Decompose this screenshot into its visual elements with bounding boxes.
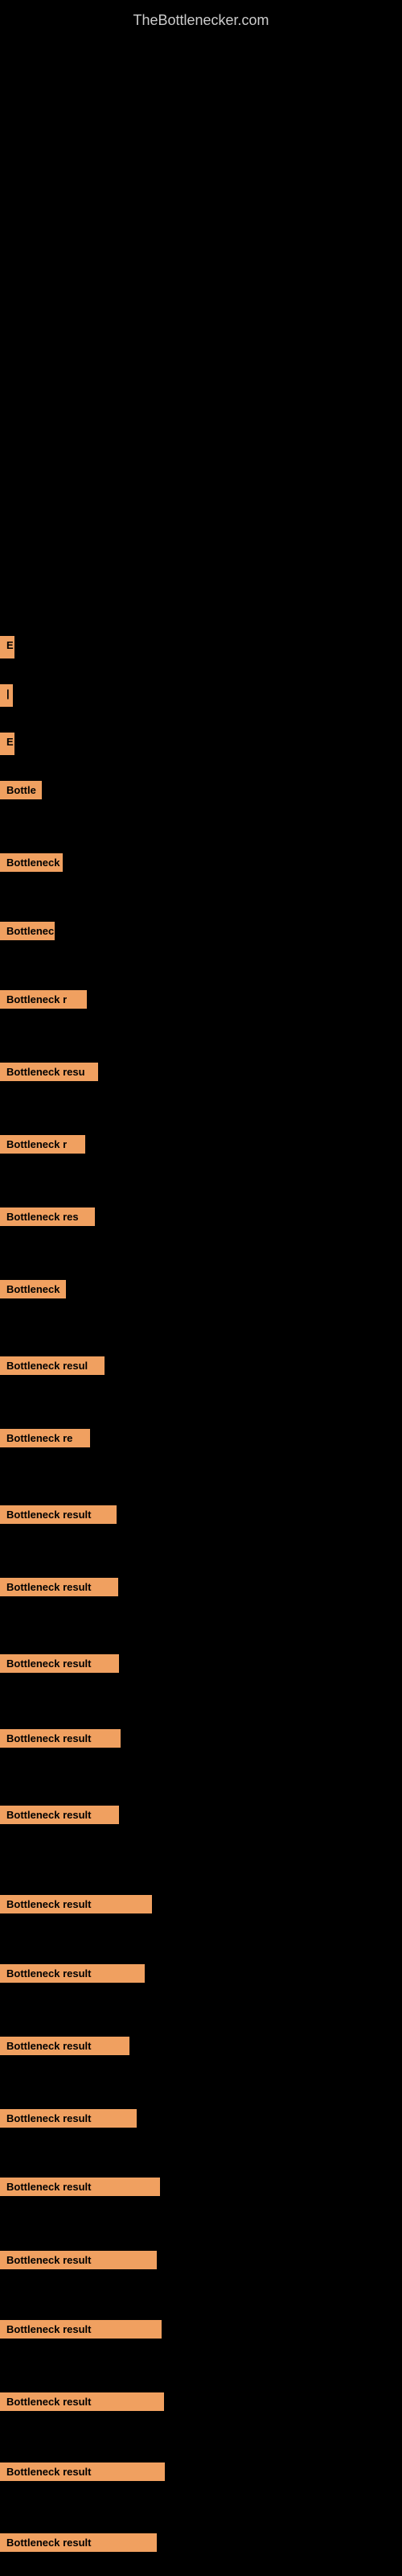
bar-2: Bottleneck [0,853,63,872]
bar-6: Bottleneck r [0,1135,85,1154]
bar-8: Bottleneck [0,1280,66,1298]
bar-3: Bottlenec [0,922,55,940]
bar-21: Bottleneck result [0,2251,157,2269]
bar-20: Bottleneck result [0,2178,160,2196]
bar-15: Bottleneck result [0,1806,119,1824]
bar-13: Bottleneck result [0,1654,119,1673]
bar-9: Bottleneck resul [0,1356,105,1375]
bar-10: Bottleneck re [0,1429,90,1447]
bar-5: Bottleneck resu [0,1063,98,1081]
bar-4: Bottleneck r [0,990,87,1009]
bar-17: Bottleneck result [0,1964,145,1983]
bar-23: Bottleneck result [0,2392,164,2411]
site-title: TheBottlenecker.com [0,4,402,37]
bar-22: Bottleneck result [0,2320,162,2339]
bar-24: Bottleneck result [0,2462,165,2481]
bar-25: Bottleneck result [0,2533,157,2552]
label-e-1: E [0,636,14,658]
label-pipe: | [0,684,13,707]
bar-11: Bottleneck result [0,1505,117,1524]
bar-12: Bottleneck result [0,1578,118,1596]
bar-19: Bottleneck result [0,2109,137,2128]
bar-1: Bottle [0,781,42,799]
bar-7: Bottleneck res [0,1208,95,1226]
label-e-2: E [0,733,14,755]
bar-18: Bottleneck result [0,2037,129,2055]
bar-14: Bottleneck result [0,1729,121,1748]
bar-16: Bottleneck result [0,1895,152,1913]
